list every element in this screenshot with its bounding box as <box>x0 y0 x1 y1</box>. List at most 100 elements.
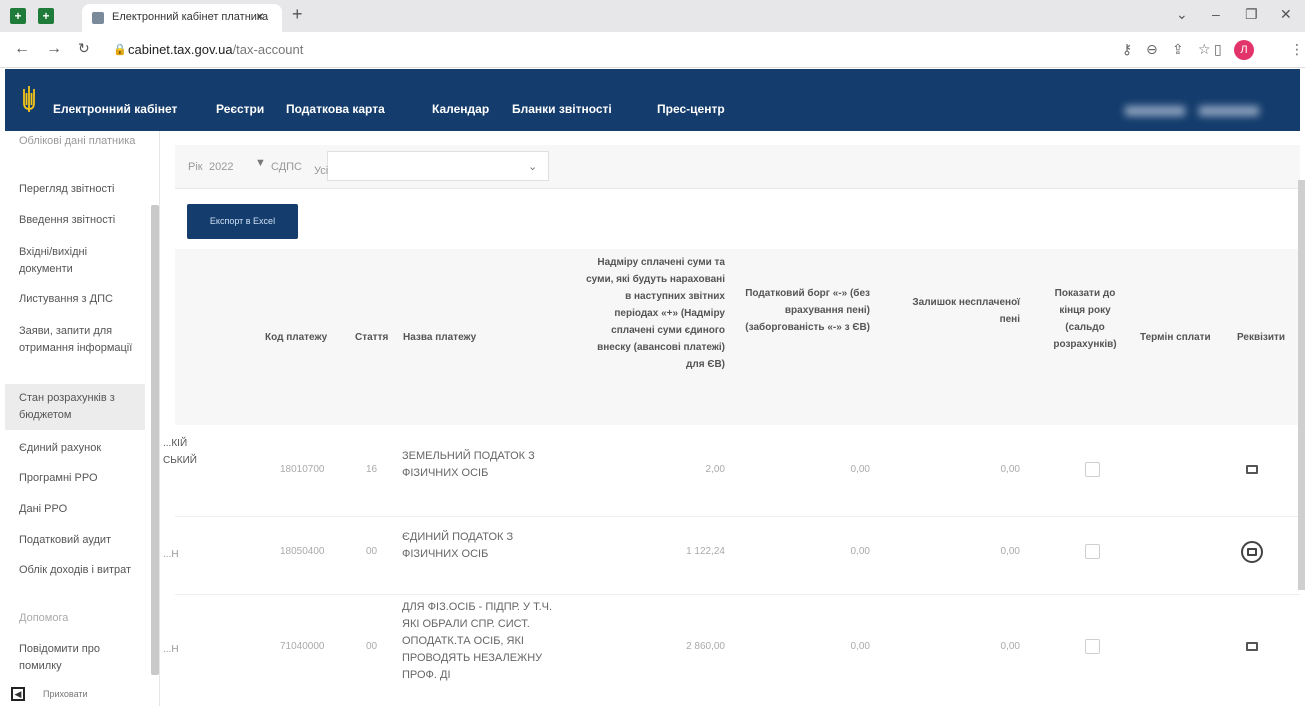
col-article[interactable]: Стаття <box>355 329 388 346</box>
export-excel-button[interactable]: Експорт в Excel <box>187 204 298 239</box>
settlements-table: Код платежу Стаття Назва платежу Надміру… <box>163 249 1300 706</box>
sidebar-item-income-expenses[interactable]: Облік доходів і витрат <box>19 562 137 579</box>
tab-search-chevron-icon[interactable]: ⌄ <box>1176 6 1188 23</box>
row-code: 71040000 <box>280 641 325 652</box>
address-bar: ← → ↻ 🔒 cabinet.tax.gov.ua/tax-account ⚷… <box>0 32 1305 68</box>
row-overpaid: 2,00 <box>705 464 725 475</box>
sdps-chevron-down-icon[interactable]: ⌄ <box>528 160 537 173</box>
filter-panel: Рік 2022 ▼ СДПС Усі ⌄ <box>175 145 1300 189</box>
row-region: ...Н <box>163 549 179 560</box>
nav-calendar[interactable]: Календар <box>432 102 489 116</box>
sdps-value: Усі <box>314 165 329 177</box>
col-code[interactable]: Код платежу <box>265 329 327 346</box>
collapse-sidebar-icon[interactable]: ◀ <box>11 687 25 701</box>
year-chevron-down-icon[interactable]: ▼ <box>255 157 266 169</box>
sidebar-item-requests[interactable]: Заяви, запити для отримання інформації <box>19 323 137 357</box>
tab-title: Електронний кабінет платника <box>112 11 269 23</box>
details-card-icon[interactable] <box>1246 465 1258 474</box>
col-debt[interactable]: Податковий борг «-» (без врахування пені… <box>745 285 870 336</box>
sidebar-scrollbar[interactable] <box>151 205 159 675</box>
col-details[interactable]: Реквізити <box>1237 329 1285 346</box>
key-icon[interactable]: ⚷ <box>1122 41 1132 58</box>
col-penalty[interactable]: Залишок несплаченої пені <box>895 294 1020 328</box>
trident-logo-icon[interactable] <box>22 85 36 113</box>
sdps-select[interactable]: Усі ⌄ <box>314 151 549 181</box>
sidebar-item-correspondence[interactable]: Листування з ДПС <box>19 291 137 308</box>
sidebar-item-help[interactable]: Допомога <box>19 610 137 627</box>
tab-close-icon[interactable]: × <box>256 8 264 24</box>
back-icon[interactable]: ← <box>14 40 30 58</box>
table-header: Код платежу Стаття Назва платежу Надміру… <box>175 249 1300 425</box>
lock-icon[interactable]: 🔒 <box>113 43 127 56</box>
collapse-sidebar-label[interactable]: Приховати <box>43 689 88 699</box>
side-panel-icon[interactable]: ▯ <box>1214 41 1222 58</box>
col-show-year-end[interactable]: Показати до кінця року (сальдо розрахунк… <box>1045 285 1125 353</box>
forward-icon[interactable]: → <box>46 40 62 58</box>
show-year-end-checkbox[interactable] <box>1085 639 1100 654</box>
col-name[interactable]: Назва платежу <box>403 329 476 346</box>
sidebar-item-budget-settlements[interactable]: Стан розрахунків з бюджетом <box>5 384 145 430</box>
maximize-icon[interactable]: ❐ <box>1245 6 1258 23</box>
row-penalty: 0,00 <box>1000 546 1020 557</box>
row-name: ЗЕМЕЛЬНИЙ ПОДАТОК З ФІЗИЧНИХ ОСІБ <box>402 450 535 479</box>
new-tab-icon[interactable]: + <box>292 4 303 25</box>
row-code: 18010700 <box>280 464 325 475</box>
row-debt: 0,00 <box>850 546 870 557</box>
row-penalty: 0,00 <box>1000 464 1020 475</box>
row-overpaid: 1 122,24 <box>686 546 725 557</box>
row-overpaid: 2 860,00 <box>686 641 725 652</box>
close-window-icon[interactable]: ✕ <box>1280 6 1292 23</box>
row-debt: 0,00 <box>850 464 870 475</box>
sheets-icon[interactable]: + <box>38 8 54 24</box>
reload-icon[interactable]: ↻ <box>78 40 90 57</box>
row-name: ЄДИНИЙ ПОДАТОК З ФІЗИЧНИХ ОСІБ <box>402 531 514 560</box>
year-select[interactable]: 2022 <box>209 161 233 173</box>
details-card-icon[interactable] <box>1241 541 1263 563</box>
brand-title[interactable]: Електронний кабінет <box>53 102 177 116</box>
browser-tab-strip: + + Електронний кабінет платника × + ⌄ –… <box>0 0 1305 32</box>
nav-press-center[interactable]: Прес-центр <box>657 102 725 116</box>
row-code: 18050400 <box>280 546 325 557</box>
show-year-end-checkbox[interactable] <box>1085 544 1100 559</box>
table-row[interactable]: ...Н 18050400 00 ЄДИНИЙ ПОДАТОК З ФІЗИЧН… <box>163 517 1300 595</box>
user-info-blurred[interactable] <box>1125 103 1275 116</box>
col-overpaid[interactable]: Надміру сплачені суми та суми, які будут… <box>580 254 725 373</box>
sidebar-item-rro-data[interactable]: Дані РРО <box>19 501 137 518</box>
table-row[interactable]: ...КІЙ СЬКИЙ 18010700 16 ЗЕМЕЛЬНИЙ ПОДАТ… <box>163 425 1300 517</box>
row-region: ...Н <box>163 644 179 655</box>
sidebar-item-enter-reports[interactable]: Введення звітності <box>19 212 137 229</box>
site-header: Електронний кабінет Реєстри Податкова ка… <box>5 69 1300 131</box>
profile-avatar[interactable]: Л <box>1234 40 1254 60</box>
sidebar-item-tax-audit[interactable]: Податковий аудит <box>19 532 137 549</box>
minimize-icon[interactable]: – <box>1212 6 1220 22</box>
share-icon[interactable]: ⇪ <box>1172 41 1184 58</box>
bookmark-star-icon[interactable]: ☆ <box>1198 41 1211 58</box>
nav-report-forms[interactable]: Бланки звітності <box>512 102 612 116</box>
url-field[interactable]: cabinet.tax.gov.ua/tax-account <box>128 42 303 57</box>
sheets-icon[interactable]: + <box>10 8 26 24</box>
browser-tab[interactable]: Електронний кабінет платника × <box>82 4 282 32</box>
show-year-end-checkbox[interactable] <box>1085 462 1100 477</box>
details-card-icon[interactable] <box>1246 642 1258 651</box>
year-label: Рік <box>188 161 203 173</box>
row-article: 00 <box>366 546 378 557</box>
sidebar-item-single-account[interactable]: Єдиний рахунок <box>19 440 137 457</box>
sidebar-item-software-rro[interactable]: Програмні РРО <box>19 470 137 487</box>
sidebar-item-report-error[interactable]: Повідомити про помилку <box>19 641 137 675</box>
sidebar-item-account-data[interactable]: Облікові дані платника <box>19 133 137 150</box>
page-favicon-icon <box>92 12 104 24</box>
table-row[interactable]: ...Н 71040000 00 ДЛЯ ФІЗ.ОСІБ - ПІДПР. У… <box>163 595 1300 706</box>
sidebar-item-view-reports[interactable]: Перегляд звітності <box>19 181 137 198</box>
nav-registries[interactable]: Реєстри <box>216 102 264 116</box>
more-menu-icon[interactable]: ⋮ <box>1290 41 1304 58</box>
row-article: 00 <box>366 641 378 652</box>
page-scrollbar[interactable] <box>1298 180 1305 590</box>
row-debt: 0,00 <box>850 641 870 652</box>
row-region: ...КІЙ СЬКИЙ <box>163 438 197 466</box>
col-due-date[interactable]: Термін сплати <box>1140 329 1211 346</box>
zoom-icon[interactable]: ⊖ <box>1146 41 1158 58</box>
sidebar: Облікові дані платника Перегляд звітност… <box>5 131 160 706</box>
sidebar-item-documents[interactable]: Вхідні/вихідні документи <box>19 244 137 278</box>
sdps-label: СДПС <box>271 161 303 173</box>
nav-tax-map[interactable]: Податкова карта <box>286 102 385 116</box>
